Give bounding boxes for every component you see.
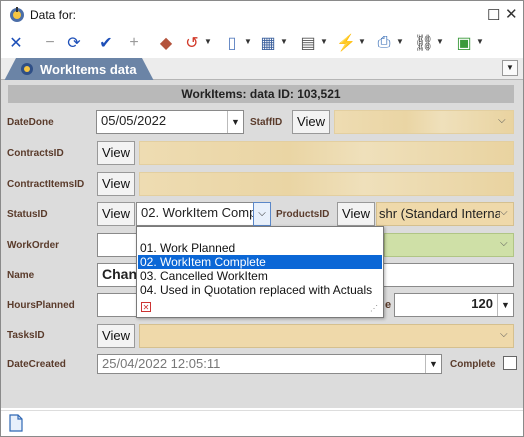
statusid-label: StatusID [7,209,48,220]
document-icon[interactable]: ▯ [222,33,242,53]
tasksid-chevron-icon[interactable]: ⌵ [500,329,508,340]
hoursplanned-label: HoursPlanned [7,300,75,311]
contractsid-label: ContractsID [7,148,64,159]
datedone-label: DateDone [7,117,54,128]
tasksid-select[interactable] [139,324,514,348]
hoursplanned-field[interactable] [97,293,137,317]
dropdown-clear-icon[interactable]: ✕ [141,302,151,312]
close-icon[interactable]: ✕ [6,33,26,53]
maximize-icon[interactable]: ☐ [487,6,500,24]
print-icon[interactable]: ⎙ [374,33,394,53]
grid-dropdown-icon[interactable]: ▼ [280,37,288,46]
form-icon[interactable]: ▤ [298,33,318,53]
staffid-view-button[interactable]: View [292,110,330,134]
lightning-icon[interactable]: ⚡ [336,33,356,53]
plus-icon[interactable]: + [124,33,144,53]
lightning-dropdown-icon[interactable]: ▼ [358,37,366,46]
statusid-view-button[interactable]: View [97,202,135,226]
productsid-select[interactable]: shr (Standard Interna [376,202,514,226]
name-label: Name [7,270,35,281]
contractitemsid-view-button[interactable]: View [97,172,135,196]
workorder-field[interactable] [97,233,137,257]
workorder-label: WorkOrder [7,240,60,251]
contractitemsid-field[interactable] [139,172,514,196]
status-option[interactable]: 03. Cancelled WorkItem [138,269,382,283]
productsid-value: shr (Standard Interna [379,206,502,221]
tasksid-label: TasksID [7,330,45,341]
resize-grip-icon[interactable]: ⋰ [370,304,378,313]
statusid-chevron-icon[interactable]: ⌵ [253,202,271,226]
print-dropdown-icon[interactable]: ▼ [396,37,404,46]
staffid-chevron-icon[interactable]: ⌵ [498,115,506,126]
contractitemsid-label: ContractItemsID [7,179,85,190]
datedone-value: 05/05/2022 [101,113,167,128]
staffid-label: StaffID [250,117,283,128]
contractsid-field[interactable] [139,141,514,165]
staffid-select[interactable] [334,110,514,134]
hoursplanned-value: 120 [471,296,493,311]
datecreated-value: 25/04/2022 12:05:11 [102,356,221,371]
undo-dropdown-icon[interactable]: ▼ [204,37,212,46]
statusid-value: 02. WorkItem Comp [141,205,257,220]
image-icon[interactable]: ▣ [454,33,474,53]
statusid-select[interactable]: 02. WorkItem Comp [136,202,271,226]
datedone-field[interactable]: 05/05/2022 [96,110,244,134]
link-dropdown-icon[interactable]: ▼ [436,37,444,46]
title-bar [1,1,523,29]
new-document-icon[interactable] [8,414,24,432]
minus-icon[interactable]: − [40,33,60,53]
contractsid-view-button[interactable]: View [97,141,135,165]
datecreated-label: DateCreated [7,359,66,370]
tasksid-view-button[interactable]: View [97,324,135,348]
grid-icon[interactable]: ▦ [258,33,278,53]
datedone-dropdown-icon[interactable]: ▼ [227,111,243,133]
hoursplanned-dropdown-icon[interactable]: ▼ [497,294,513,316]
form-dropdown-icon[interactable]: ▼ [320,37,328,46]
productsid-label: ProductsID [276,209,330,220]
tab-app-icon [19,61,35,77]
workorder-lookup[interactable] [384,233,514,257]
complete-label: Complete [450,359,496,370]
hoursplanned-number-field[interactable]: 120 [394,293,514,317]
productsid-chevron-icon[interactable]: ⌵ [500,207,508,218]
close-window-icon[interactable]: ✕ [505,5,518,23]
eraser-icon[interactable]: ◆ [156,33,176,53]
productsid-view-button[interactable]: View [337,202,375,226]
datecreated-dropdown-icon[interactable]: ▼ [425,355,441,373]
tab-menu-button[interactable]: ▼ [502,60,518,76]
app-icon [8,6,26,24]
tab-label: WorkItems data [40,62,137,77]
status-option[interactable]: 01. Work Planned [138,241,382,255]
complete-checkbox[interactable] [503,356,517,370]
window-title: Data for: [30,8,77,22]
document-dropdown-icon[interactable]: ▼ [244,37,252,46]
hoursplanned-partial-label: e [385,299,392,311]
undo-icon[interactable]: ↺ [182,33,202,53]
refresh-icon[interactable]: ⟳ [64,33,84,53]
record-header: WorkItems: data ID: 103,521 [8,85,514,103]
check-icon[interactable]: ✔ [96,33,116,53]
status-bar [1,410,523,436]
link-icon[interactable]: ⛓ [414,33,434,53]
status-option[interactable]: 02. WorkItem Complete [138,255,382,269]
status-option[interactable]: 04. Used in Quotation replaced with Actu… [138,283,382,297]
workorder-chevron-icon[interactable]: ⌵ [500,238,508,249]
datecreated-field[interactable]: 25/04/2022 12:05:11 [97,354,442,374]
image-dropdown-icon[interactable]: ▼ [476,37,484,46]
